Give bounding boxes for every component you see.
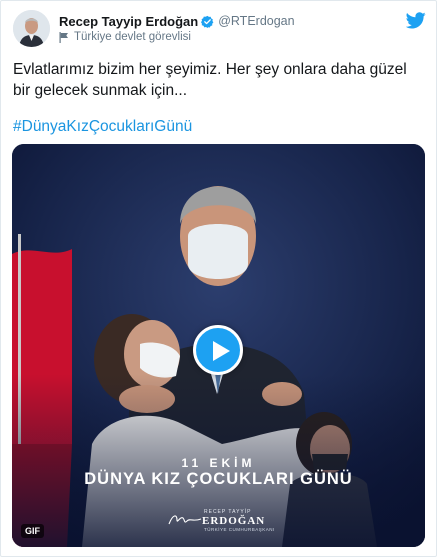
hashtag-link[interactable]: #DünyaKızÇocuklarıGünü: [13, 116, 192, 137]
media-gif[interactable]: 11 EKİM DÜNYA KIZ ÇOCUKLARI GÜNÜ RECEP T…: [12, 144, 425, 547]
tweet-card[interactable]: Recep Tayyip Erdoğan @RTErdogan Türkiye …: [0, 0, 437, 557]
media-headline: DÜNYA KIZ ÇOCUKLARI GÜNÜ: [84, 470, 353, 488]
display-name[interactable]: Recep Tayyip Erdoğan: [59, 14, 198, 29]
media-date-line: 11 EKİM: [181, 456, 256, 470]
signature-logo: RECEP TAYYİP ERDOĞAN TÜRKİYE CUMHURBAŞKA…: [168, 506, 278, 534]
logo-sub-text: TÜRKİYE CUMHURBAŞKANI: [204, 527, 275, 532]
play-button[interactable]: [193, 325, 243, 375]
tweet-text: Evlatlarımız bizim her şeyimiz. Her şey …: [13, 61, 407, 99]
government-label: Türkiye devlet görevlisi: [59, 31, 191, 43]
gif-badge: GIF: [21, 524, 44, 538]
logo-main-text: ERDOĞAN: [202, 515, 266, 527]
handle[interactable]: @RTErdogan: [218, 14, 294, 28]
signature-icon: [168, 515, 202, 525]
avatar[interactable]: [13, 10, 50, 47]
flag-icon: [59, 31, 68, 43]
name-row: Recep Tayyip Erdoğan @RTErdogan: [59, 13, 295, 29]
play-icon: [213, 341, 230, 361]
label-text: Türkiye devlet görevlisi: [74, 31, 191, 43]
tweet-header: Recep Tayyip Erdoğan @RTErdogan Türkiye …: [13, 10, 426, 50]
verified-badge-icon: [201, 15, 214, 28]
twitter-bird-icon[interactable]: [406, 12, 426, 29]
